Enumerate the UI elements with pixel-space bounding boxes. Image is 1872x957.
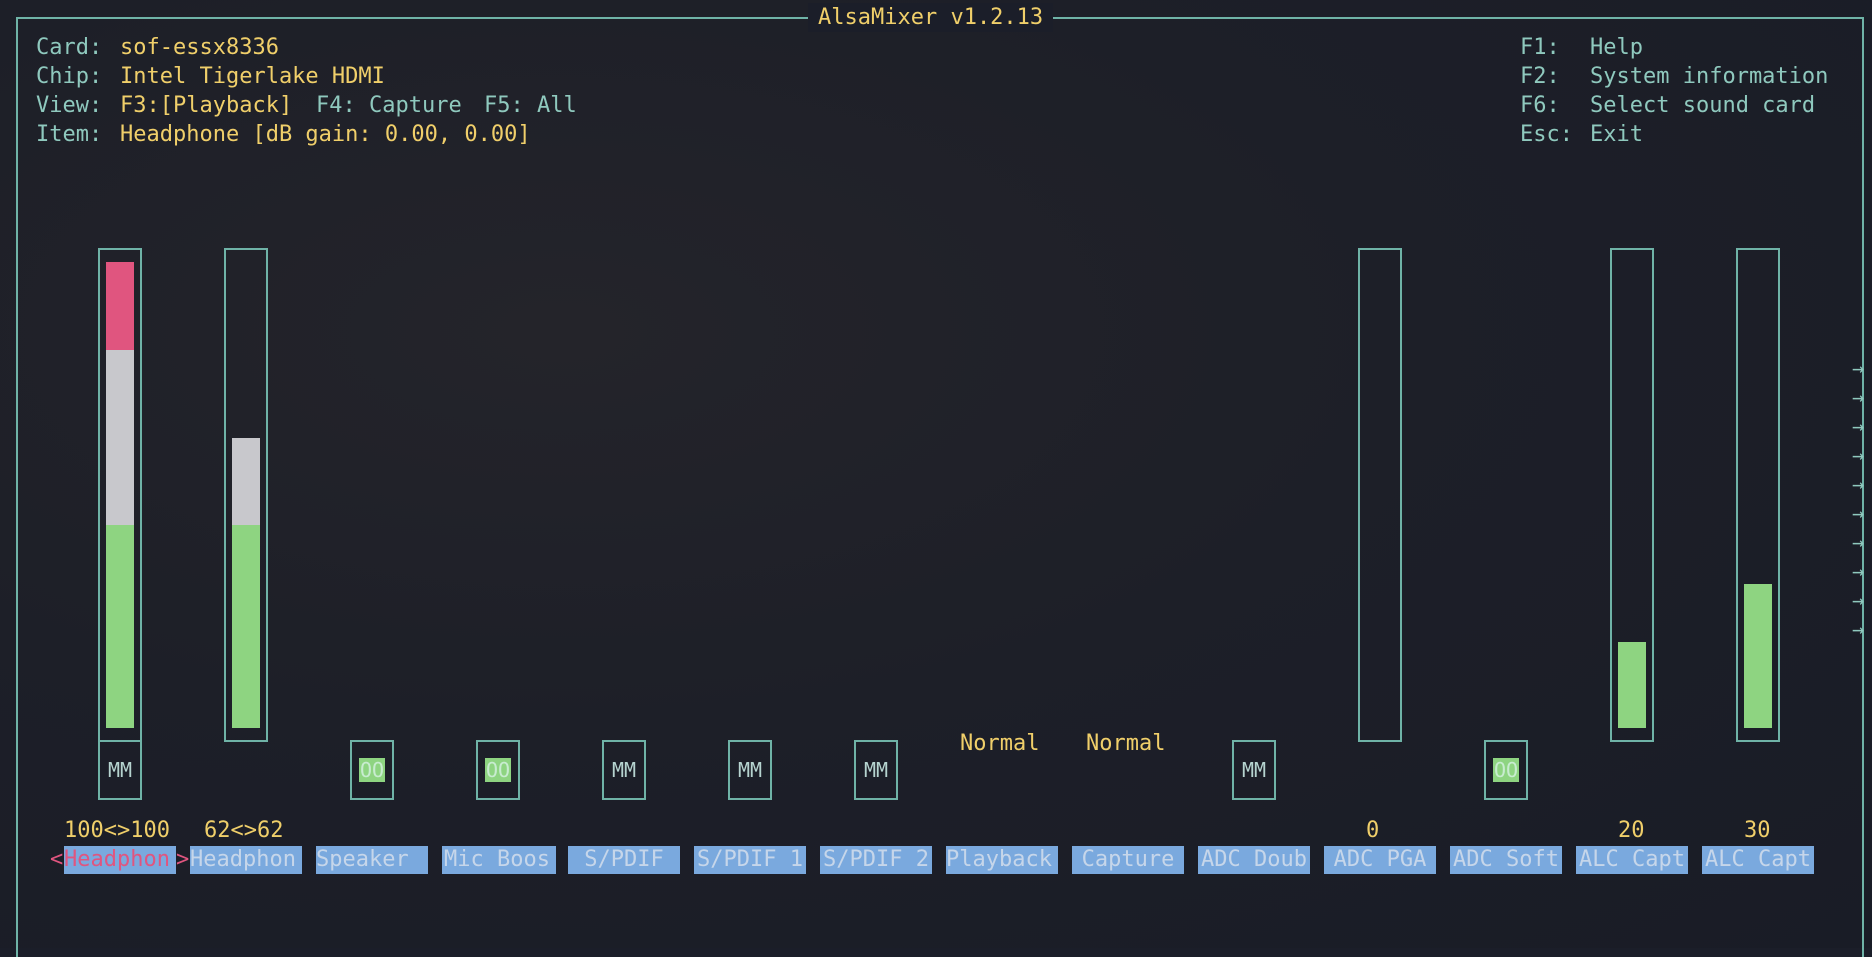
switch-state: MM — [1241, 758, 1267, 782]
key-f2-label: System information — [1590, 64, 1829, 89]
adc-pga-value: 0 — [1366, 818, 1380, 843]
playback-enum-value[interactable]: Normal — [960, 729, 1039, 758]
spdif2-switch[interactable]: MM — [854, 740, 898, 800]
alc-capt1-value: 20 — [1618, 818, 1645, 843]
switch-state: MM — [107, 758, 133, 782]
scroll-right-arrow-icon[interactable]: → — [1852, 445, 1864, 465]
selection-marker-right: > — [176, 847, 190, 872]
mic-boost-switch[interactable]: OO — [476, 740, 520, 800]
scroll-right-arrow-icon[interactable]: → — [1852, 619, 1864, 639]
bar-segment-white — [106, 350, 134, 525]
control-label-adc-pga[interactable]: ADC PGA — [1324, 846, 1436, 874]
control-label-mic-boost[interactable]: Mic Boos — [442, 846, 556, 874]
view-capture[interactable]: F4: Capture — [316, 91, 462, 120]
adc-doub-switch[interactable]: MM — [1232, 740, 1276, 800]
scroll-right-arrow-icon[interactable]: → — [1852, 503, 1864, 523]
control-label-speaker[interactable]: Speaker — [316, 846, 428, 874]
adc-pga-volume-bar[interactable] — [1358, 248, 1402, 742]
scroll-right-arrow-icon[interactable]: → — [1852, 590, 1864, 610]
spdif1-switch[interactable]: MM — [728, 740, 772, 800]
control-label-playback[interactable]: Playback — [946, 846, 1058, 874]
control-label-alc-capt1[interactable]: ALC Capt — [1576, 846, 1688, 874]
scroll-right-arrow-icon[interactable]: → — [1852, 358, 1864, 378]
card-value: sof-essx8336 — [120, 35, 279, 60]
card-label: Card: — [36, 35, 103, 60]
control-label-spdif[interactable]: S/PDIF — [568, 846, 680, 874]
bar-segment-green — [232, 525, 260, 728]
bar-segment-green — [1744, 584, 1772, 728]
headphone-volume-bar[interactable] — [98, 248, 142, 742]
scroll-right-arrow-icon[interactable]: → — [1852, 387, 1864, 407]
speaker-switch[interactable]: OO — [350, 740, 394, 800]
control-label-headphone2[interactable]: Headphon — [190, 846, 302, 874]
scroll-right-arrow-icon[interactable]: → — [1852, 416, 1864, 436]
headphone2-value: 62<>62 — [204, 818, 284, 843]
bar-segment-red — [106, 262, 134, 350]
switch-state: MM — [611, 758, 637, 782]
key-esc[interactable]: Esc: — [1520, 120, 1573, 149]
alc-capt1-volume-bar[interactable] — [1610, 248, 1654, 742]
control-label-headphone[interactable]: Headphon — [64, 846, 176, 874]
key-f6[interactable]: F6: — [1520, 91, 1560, 120]
scroll-right-arrow-icon[interactable]: → — [1852, 561, 1864, 581]
adc-soft-switch[interactable]: OO — [1484, 740, 1528, 800]
key-f1-label: Help — [1590, 35, 1643, 60]
bar-segment-white — [232, 438, 260, 525]
control-label-adc-doub[interactable]: ADC Doub — [1198, 846, 1310, 874]
control-label-adc-soft[interactable]: ADC Soft — [1450, 846, 1562, 874]
scroll-right-arrow-icon[interactable]: → — [1852, 532, 1864, 552]
headphone2-volume-bar[interactable] — [224, 248, 268, 742]
switch-state: MM — [863, 758, 889, 782]
bar-segment-green — [1618, 642, 1646, 728]
selection-marker-left: < — [50, 847, 64, 872]
key-f1[interactable]: F1: — [1520, 33, 1560, 62]
control-label-spdif2[interactable]: S/PDIF 2 — [820, 846, 932, 874]
headphone-value: 100<>100 — [64, 818, 170, 843]
window-title: AlsaMixer v1.2.13 — [808, 3, 1054, 32]
view-all[interactable]: F5: All — [484, 91, 577, 120]
control-label-spdif1[interactable]: S/PDIF 1 — [694, 846, 806, 874]
item-label: Item: — [36, 122, 103, 147]
switch-state: OO — [484, 758, 512, 782]
key-esc-label: Exit — [1590, 122, 1643, 147]
bar-segment-green — [106, 525, 134, 728]
switch-state: OO — [1492, 758, 1520, 782]
mixer-frame — [16, 17, 1864, 957]
chip-label: Chip: — [36, 64, 103, 89]
switch-state: OO — [358, 758, 386, 782]
control-label-capture[interactable]: Capture — [1072, 846, 1184, 874]
key-f2[interactable]: F2: — [1520, 62, 1560, 91]
chip-value: Intel Tigerlake HDMI — [120, 64, 385, 89]
capture-enum-value[interactable]: Normal — [1086, 729, 1165, 758]
view-playback[interactable]: F3:[Playback] — [120, 91, 292, 120]
view-label: View: — [36, 93, 103, 118]
key-f6-label: Select sound card — [1590, 93, 1816, 118]
switch-state: MM — [737, 758, 763, 782]
scroll-right-arrow-icon[interactable]: → — [1852, 474, 1864, 494]
spdif-switch[interactable]: MM — [602, 740, 646, 800]
control-label-alc-capt2[interactable]: ALC Capt — [1702, 846, 1814, 874]
item-value: Headphone [dB gain: 0.00, 0.00] — [120, 122, 531, 147]
alc-capt2-value: 30 — [1744, 818, 1771, 843]
alc-capt2-volume-bar[interactable] — [1736, 248, 1780, 742]
headphone-mute-switch[interactable]: MM — [98, 740, 142, 800]
